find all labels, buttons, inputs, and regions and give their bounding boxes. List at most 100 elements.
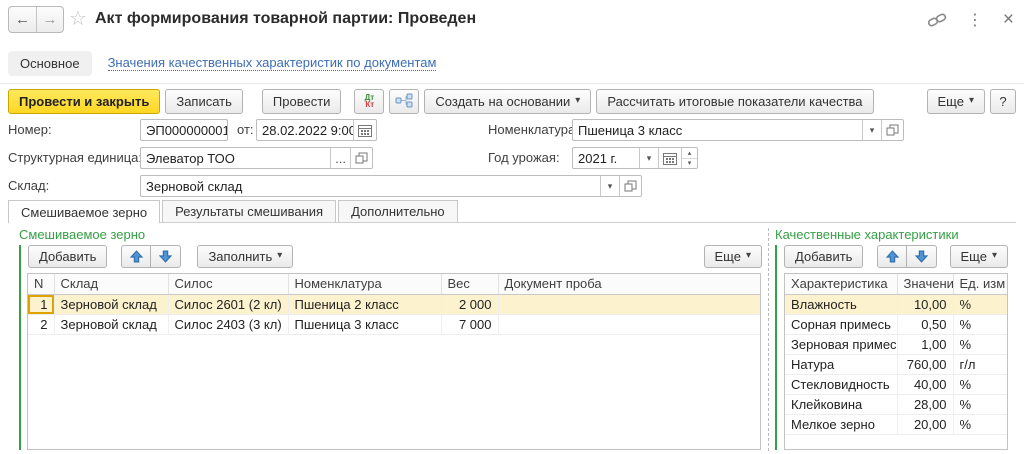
column-header-sample-doc[interactable]: Документ проба bbox=[498, 274, 760, 294]
add-row-button[interactable]: Добавить bbox=[28, 245, 107, 268]
more-button[interactable]: Еще▾ bbox=[927, 89, 985, 114]
number-value[interactable]: ЭП000000001 bbox=[141, 120, 227, 140]
cell-silo[interactable]: Силос 2403 (3 кл) bbox=[168, 314, 288, 334]
post-and-close-button[interactable]: Провести и закрыть bbox=[8, 89, 160, 114]
column-header-unit[interactable]: Ед. изм bbox=[953, 274, 1007, 294]
table-row[interactable]: 2 Зерновой склад Силос 2403 (3 кл) Пшени… bbox=[28, 314, 760, 334]
cell-nomenclature[interactable]: Пшеница 3 класс bbox=[288, 314, 441, 334]
warehouse-field[interactable]: Зерновой склад ▾ bbox=[140, 175, 642, 197]
cell-characteristic[interactable]: Стекловидность bbox=[785, 374, 897, 394]
left-grid-more-button[interactable]: Еще▾ bbox=[704, 245, 762, 268]
open-button[interactable] bbox=[881, 120, 903, 140]
cell-value[interactable]: 760,00 bbox=[897, 354, 953, 374]
tab-additional[interactable]: Дополнительно bbox=[338, 200, 458, 222]
nav-tab-main[interactable]: Основное bbox=[8, 51, 92, 76]
more-menu-button[interactable]: ⋮ bbox=[967, 10, 983, 30]
cell-characteristic[interactable]: Зерновая примесь bbox=[785, 334, 897, 354]
column-header-n[interactable]: N bbox=[28, 274, 54, 294]
dropdown-button[interactable]: ▾ bbox=[639, 148, 658, 168]
structural-unit-value[interactable]: Элеватор ТОО bbox=[141, 148, 330, 168]
create-based-on-button[interactable]: Создать на основании▾ bbox=[424, 89, 591, 114]
nomenclature-value[interactable]: Пшеница 3 класс bbox=[573, 120, 862, 140]
date-field[interactable]: 28.02.2022 9:00:00 bbox=[256, 119, 377, 141]
cell-value[interactable]: 0,50 bbox=[897, 314, 953, 334]
cell-silo[interactable]: Силос 2601 (2 кл) bbox=[168, 294, 288, 314]
column-header-value[interactable]: Значение bbox=[897, 274, 953, 294]
warehouse-value[interactable]: Зерновой склад bbox=[141, 176, 600, 196]
calendar-button[interactable] bbox=[658, 148, 681, 168]
cell-unit[interactable]: % bbox=[953, 414, 1007, 434]
cell-n[interactable]: 2 bbox=[28, 314, 54, 334]
close-button[interactable]: × bbox=[1003, 10, 1014, 30]
move-up-button[interactable] bbox=[121, 245, 151, 268]
harvest-year-value[interactable]: 2021 г. bbox=[573, 148, 639, 168]
write-button[interactable]: Записать bbox=[165, 89, 243, 114]
cell-value[interactable]: 40,00 bbox=[897, 374, 953, 394]
cell-unit[interactable]: г/л bbox=[953, 354, 1007, 374]
favorite-star-icon[interactable]: ☆ bbox=[69, 8, 87, 30]
show-postings-button[interactable]: ДтКт bbox=[354, 89, 384, 114]
cell-sample-doc[interactable] bbox=[498, 294, 760, 314]
cell-characteristic[interactable]: Натура bbox=[785, 354, 897, 374]
help-button[interactable]: ? bbox=[990, 89, 1016, 114]
cell-weight[interactable]: 7 000 bbox=[441, 314, 498, 334]
cell-n[interactable]: 1 bbox=[28, 294, 54, 314]
cell-characteristic[interactable]: Влажность bbox=[785, 294, 897, 314]
choose-button[interactable]: ... bbox=[330, 148, 350, 168]
number-field[interactable]: ЭП000000001 bbox=[140, 119, 228, 141]
tab-mixing-results[interactable]: Результаты смешивания bbox=[162, 200, 336, 222]
tab-mixed-grain[interactable]: Смешиваемое зерно bbox=[8, 200, 160, 223]
move-up-button[interactable] bbox=[877, 245, 907, 268]
cell-value[interactable]: 20,00 bbox=[897, 414, 953, 434]
nav-link-quality-values[interactable]: Значения качественных характеристик по д… bbox=[108, 55, 437, 71]
cell-value[interactable]: 1,00 bbox=[897, 334, 953, 354]
harvest-year-field[interactable]: 2021 г. ▾ ▴ ▾ bbox=[572, 147, 698, 169]
cell-unit[interactable]: % bbox=[953, 294, 1007, 314]
cell-unit[interactable]: % bbox=[953, 334, 1007, 354]
fill-button[interactable]: Заполнить▾ bbox=[197, 245, 293, 268]
column-header-warehouse[interactable]: Склад bbox=[54, 274, 168, 294]
cell-unit[interactable]: % bbox=[953, 394, 1007, 414]
cell-unit[interactable]: % bbox=[953, 374, 1007, 394]
forward-button[interactable]: → bbox=[36, 7, 63, 32]
table-row[interactable]: Стекловидность 40,00 % bbox=[785, 374, 1007, 394]
open-button[interactable] bbox=[350, 148, 372, 168]
open-button[interactable] bbox=[619, 176, 641, 196]
cell-value[interactable]: 10,00 bbox=[897, 294, 953, 314]
cell-warehouse[interactable]: Зерновой склад bbox=[54, 294, 168, 314]
table-row[interactable]: Зерновая примесь 1,00 % bbox=[785, 334, 1007, 354]
dropdown-button[interactable]: ▾ bbox=[862, 120, 881, 140]
date-value[interactable]: 28.02.2022 9:00:00 bbox=[257, 120, 353, 140]
right-grid-more-button[interactable]: Еще▾ bbox=[950, 245, 1008, 268]
table-row[interactable]: Сорная примесь 0,50 % bbox=[785, 314, 1007, 334]
cell-value[interactable]: 28,00 bbox=[897, 394, 953, 414]
cell-sample-doc[interactable] bbox=[498, 314, 760, 334]
dropdown-button[interactable]: ▾ bbox=[600, 176, 619, 196]
cell-warehouse[interactable]: Зерновой склад bbox=[54, 314, 168, 334]
table-row[interactable]: Клейковина 28,00 % bbox=[785, 394, 1007, 414]
column-header-nomenclature[interactable]: Номенклатура bbox=[288, 274, 441, 294]
spin-down-button[interactable]: ▾ bbox=[682, 158, 697, 169]
calendar-button[interactable] bbox=[353, 120, 376, 140]
cell-characteristic[interactable]: Сорная примесь bbox=[785, 314, 897, 334]
get-link-button[interactable] bbox=[927, 10, 947, 30]
calc-quality-button[interactable]: Рассчитать итоговые показатели качества bbox=[596, 89, 873, 114]
document-structure-button[interactable] bbox=[389, 89, 419, 114]
column-header-silo[interactable]: Силос bbox=[168, 274, 288, 294]
cell-unit[interactable]: % bbox=[953, 314, 1007, 334]
table-row[interactable]: Влажность 10,00 % bbox=[785, 294, 1007, 314]
cell-nomenclature[interactable]: Пшеница 2 класс bbox=[288, 294, 441, 314]
table-row[interactable]: Мелкое зерно 20,00 % bbox=[785, 414, 1007, 434]
column-header-characteristic[interactable]: Характеристика bbox=[785, 274, 897, 294]
spin-up-button[interactable]: ▴ bbox=[682, 148, 697, 158]
nomenclature-field[interactable]: Пшеница 3 класс ▾ bbox=[572, 119, 904, 141]
column-header-weight[interactable]: Вес bbox=[441, 274, 498, 294]
add-row-button[interactable]: Добавить bbox=[784, 245, 863, 268]
panel-splitter[interactable] bbox=[768, 228, 769, 451]
move-down-button[interactable] bbox=[151, 245, 181, 268]
cell-characteristic[interactable]: Клейковина bbox=[785, 394, 897, 414]
cell-characteristic[interactable]: Мелкое зерно bbox=[785, 414, 897, 434]
move-down-button[interactable] bbox=[907, 245, 937, 268]
post-button[interactable]: Провести bbox=[262, 89, 342, 114]
table-row[interactable]: Натура 760,00 г/л bbox=[785, 354, 1007, 374]
